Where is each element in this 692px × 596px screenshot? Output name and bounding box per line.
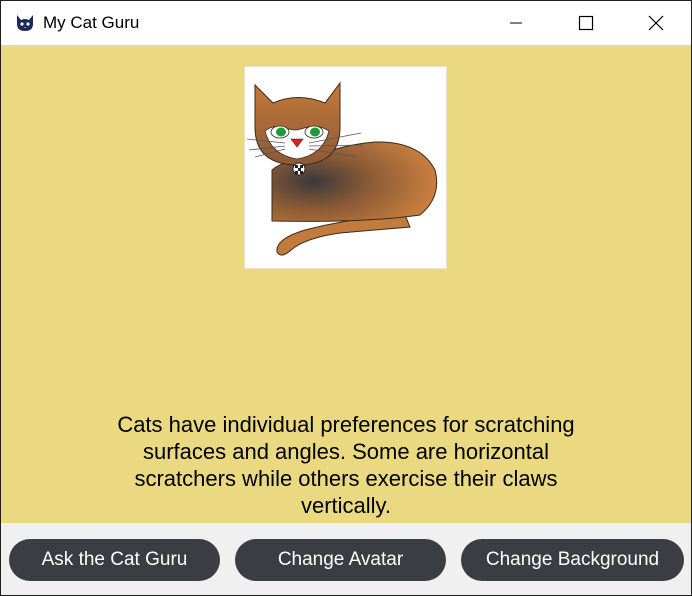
maximize-icon — [578, 15, 594, 31]
close-button[interactable] — [621, 1, 691, 45]
minimize-button[interactable] — [481, 1, 551, 45]
window-title: My Cat Guru — [43, 13, 140, 32]
change-avatar-button[interactable]: Change Avatar — [235, 539, 446, 581]
close-icon — [648, 15, 664, 31]
action-bar: Ask the Cat Guru Change Avatar Change Ba… — [1, 523, 691, 595]
cat-face-icon — [15, 14, 35, 32]
minimize-icon — [510, 22, 522, 24]
title-bar[interactable]: My Cat Guru — [1, 1, 691, 45]
ask-cat-guru-button[interactable]: Ask the Cat Guru — [9, 539, 220, 581]
cat-fact-text: Cats have individual preferences for scr… — [117, 412, 575, 518]
main-panel: Cats have individual preferences for scr… — [1, 45, 691, 523]
maximize-button[interactable] — [551, 1, 621, 45]
change-background-button[interactable]: Change Background — [461, 539, 684, 581]
app-window: My Cat Guru Cats have individual prefere… — [0, 0, 692, 596]
avatar-frame — [244, 66, 447, 269]
cartoon-cat-avatar — [246, 81, 438, 256]
